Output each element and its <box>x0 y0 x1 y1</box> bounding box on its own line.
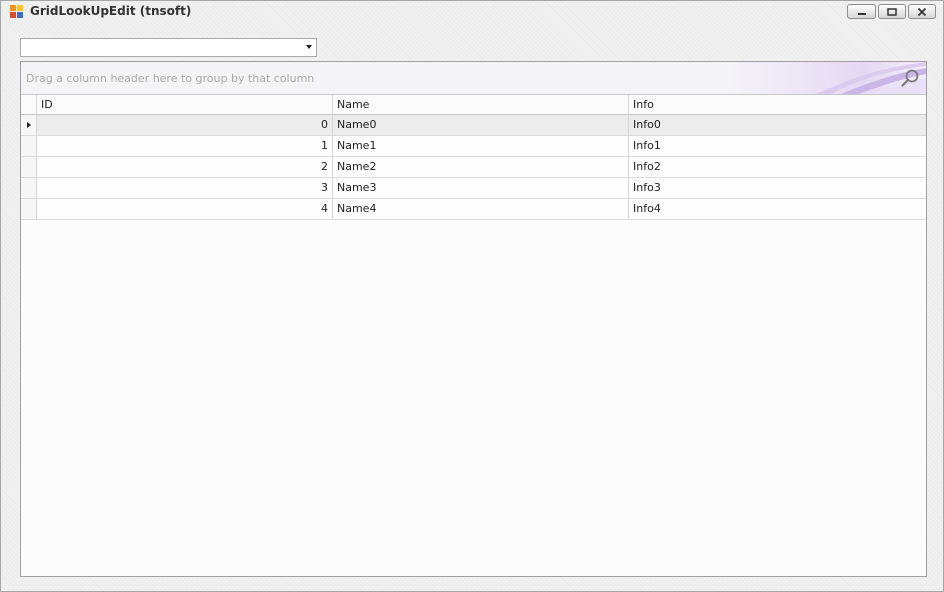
row-indicator[interactable] <box>21 157 37 177</box>
column-header-row: ID Name Info <box>21 95 926 115</box>
chevron-down-icon[interactable] <box>306 45 312 49</box>
cell-id[interactable]: 1 <box>37 136 333 156</box>
cell-name[interactable]: Name4 <box>333 199 629 219</box>
close-button[interactable] <box>908 4 936 19</box>
cell-info[interactable]: Info3 <box>629 178 926 198</box>
cell-info[interactable]: Info2 <box>629 157 926 177</box>
column-header-name[interactable]: Name <box>333 95 629 114</box>
maximize-icon <box>887 7 897 16</box>
cell-name[interactable]: Name2 <box>333 157 629 177</box>
window-title: GridLookUpEdit (tnsoft) <box>30 4 192 18</box>
group-panel[interactable]: Drag a column header here to group by th… <box>21 62 926 95</box>
cell-id[interactable]: 3 <box>37 178 333 198</box>
cell-id[interactable]: 4 <box>37 199 333 219</box>
minimize-button[interactable] <box>847 4 876 19</box>
search-icon[interactable] <box>900 68 920 88</box>
column-header-id[interactable]: ID <box>37 95 333 114</box>
table-row[interactable]: 2 Name2 Info2 <box>21 157 926 178</box>
data-grid: Drag a column header here to group by th… <box>20 61 927 577</box>
row-indicator[interactable] <box>21 115 37 135</box>
cell-name[interactable]: Name3 <box>333 178 629 198</box>
grid-lookup-edit[interactable] <box>20 38 317 57</box>
table-row[interactable]: 3 Name3 Info3 <box>21 178 926 199</box>
close-icon <box>917 7 927 16</box>
row-indicator[interactable] <box>21 136 37 156</box>
main-window: GridLookUpEdit (tnsoft) Drag a column he… <box>0 0 944 592</box>
row-indicator[interactable] <box>21 199 37 219</box>
title-bar[interactable]: GridLookUpEdit (tnsoft) <box>1 1 943 23</box>
row-pointer-icon <box>27 122 31 128</box>
maximize-button[interactable] <box>878 4 906 19</box>
minimize-icon <box>857 12 866 15</box>
row-indicator[interactable] <box>21 178 37 198</box>
header-indicator <box>21 95 37 114</box>
column-header-info[interactable]: Info <box>629 95 926 114</box>
cell-id[interactable]: 0 <box>37 115 333 135</box>
cell-info[interactable]: Info0 <box>629 115 926 135</box>
cell-info[interactable]: Info4 <box>629 199 926 219</box>
cell-name[interactable]: Name0 <box>333 115 629 135</box>
cell-info[interactable]: Info1 <box>629 136 926 156</box>
app-icon <box>10 5 24 19</box>
group-panel-hint: Drag a column header here to group by th… <box>26 72 315 85</box>
table-row[interactable]: 0 Name0 Info0 <box>21 115 926 136</box>
table-row[interactable]: 4 Name4 Info4 <box>21 199 926 220</box>
cell-name[interactable]: Name1 <box>333 136 629 156</box>
cell-id[interactable]: 2 <box>37 157 333 177</box>
table-row[interactable]: 1 Name1 Info1 <box>21 136 926 157</box>
